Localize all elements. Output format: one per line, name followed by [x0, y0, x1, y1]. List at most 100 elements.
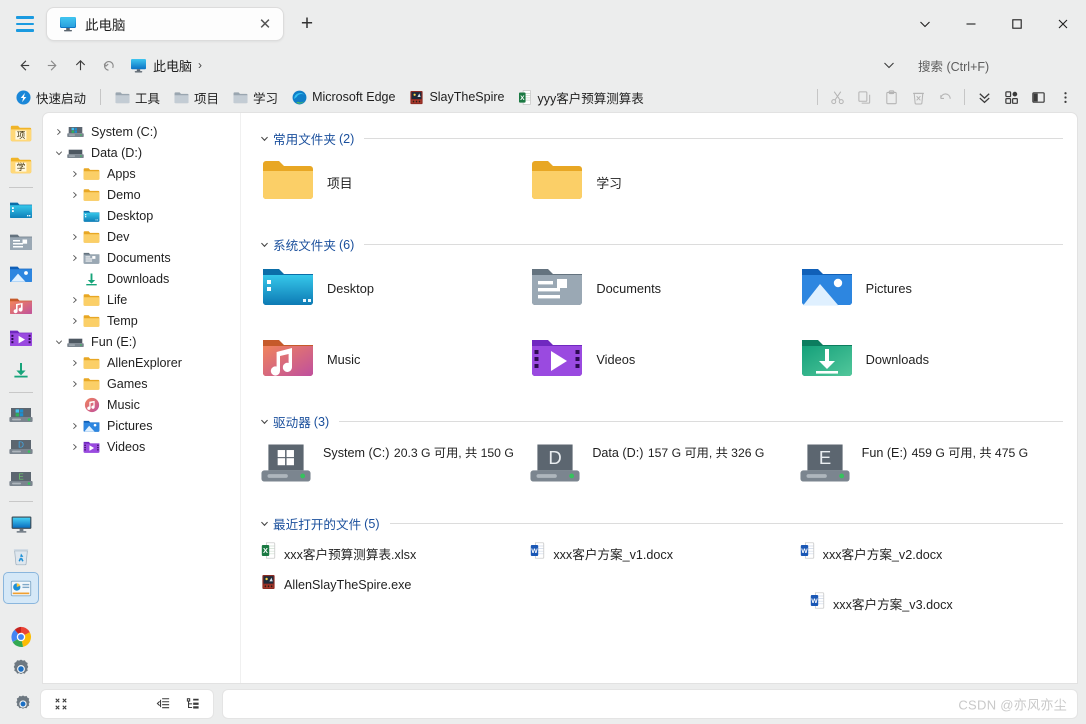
section-header-recent[interactable]: 最近打开的文件 (5) — [255, 514, 1063, 533]
drive-item-c[interactable]: System (C:) 20.3 G 可用, 共 150 G — [255, 435, 524, 496]
tree-node-allenexplorer[interactable]: AllenExplorer — [47, 352, 240, 373]
tree-node-demo[interactable]: Demo — [47, 184, 240, 205]
bookmark-item-excel[interactable]: X yyy客户预算测算表 — [512, 85, 649, 110]
layout-grid-icon[interactable] — [998, 84, 1024, 110]
copy-icon[interactable] — [851, 84, 877, 110]
file-item-docx-v2[interactable]: W xxx客户方案_v2.docx — [794, 537, 1063, 569]
folder-item-xuexi[interactable]: 学习 — [524, 152, 793, 213]
chevron-down-icon[interactable] — [51, 145, 67, 161]
settings-gear-icon[interactable] — [6, 689, 40, 719]
up-button[interactable] — [66, 51, 94, 79]
tree-view-icon[interactable] — [179, 692, 207, 716]
chevron-down-icon[interactable] — [51, 334, 67, 350]
drive-item-d[interactable]: D Data (D:) 157 G 可用, 共 326 G — [524, 435, 793, 496]
rail-downloads[interactable] — [4, 355, 38, 385]
indent-icon[interactable] — [149, 692, 177, 716]
section-header-system[interactable]: 系统文件夹 (6) — [255, 235, 1063, 254]
bookmark-item-edge[interactable]: Microsoft Edge — [286, 87, 401, 108]
paste-icon[interactable] — [878, 84, 904, 110]
tree-node-desktop[interactable]: Desktop — [47, 205, 240, 226]
chevron-right-icon[interactable] — [51, 124, 67, 140]
tree-node-data-d[interactable]: Data (D:) — [47, 142, 240, 163]
delete-icon[interactable] — [905, 84, 931, 110]
section-header-drives[interactable]: 驱动器 (3) — [255, 412, 1063, 431]
tree-node-system-c[interactable]: System (C:) — [47, 121, 240, 142]
tab-close-icon[interactable]: ✕ — [255, 14, 275, 34]
refresh-button[interactable] — [94, 51, 122, 79]
folder-item-documents[interactable]: Documents — [524, 258, 793, 319]
tree-node-dev[interactable]: Dev — [47, 226, 240, 247]
rail-music[interactable] — [4, 291, 38, 321]
search-input[interactable]: 搜索 (Ctrl+F) — [908, 52, 1076, 78]
rail-documents[interactable] — [4, 227, 38, 257]
chevron-right-icon[interactable] — [67, 250, 83, 266]
rail-chrome[interactable] — [4, 622, 38, 652]
file-item-docx-v3-right[interactable]: W xxx客户方案_v3.docx — [810, 592, 953, 614]
panel-toggle-icon[interactable] — [1025, 84, 1051, 110]
chevron-right-icon[interactable] — [67, 187, 83, 203]
rail-desktop[interactable] — [4, 195, 38, 225]
maximize-button[interactable] — [994, 0, 1040, 48]
tree-node-fun-e[interactable]: Fun (E:) — [47, 331, 240, 352]
tree-node-documents[interactable]: Documents — [47, 247, 240, 268]
drive-item-e[interactable]: E Fun (E:) 459 G 可用, 共 475 G — [794, 435, 1063, 496]
tree-node-apps[interactable]: Apps — [47, 163, 240, 184]
tree-node-temp[interactable]: Temp — [47, 310, 240, 331]
back-button[interactable] — [10, 51, 38, 79]
folder-item-pictures[interactable]: Pictures — [794, 258, 1063, 319]
chevron-down-icon[interactable] — [255, 240, 273, 249]
folder-item-desktop[interactable]: Desktop — [255, 258, 524, 319]
chevron-right-icon[interactable] — [67, 355, 83, 371]
bookmark-item-0[interactable]: 工具 — [109, 85, 166, 110]
chevron-right-icon[interactable] — [67, 166, 83, 182]
folder-item-xiangmu[interactable]: 项目 — [255, 152, 524, 213]
bookmark-quick-launch[interactable]: 快速启动 — [10, 85, 92, 110]
hamburger-menu-icon[interactable] — [10, 9, 40, 39]
minimize-button[interactable] — [948, 0, 994, 48]
undo-icon[interactable] — [932, 84, 958, 110]
collapse-icon[interactable] — [47, 692, 75, 716]
cut-icon[interactable] — [824, 84, 850, 110]
chevron-down-icon[interactable] — [255, 134, 273, 143]
section-header-frequent[interactable]: 常用文件夹 (2) — [255, 129, 1063, 148]
rail-drive-d[interactable]: D — [4, 432, 38, 462]
breadcrumb[interactable]: 此电脑 › — [130, 56, 208, 75]
rail-folder-xiang[interactable]: 项 — [4, 118, 38, 148]
file-item-docx-v1[interactable]: W xxx客户方案_v1.docx — [524, 537, 793, 569]
rail-folder-xue[interactable]: 学 — [4, 150, 38, 180]
forward-button[interactable] — [38, 51, 66, 79]
rail-recycle-bin[interactable] — [4, 541, 38, 571]
chevron-down-icon[interactable] — [255, 417, 273, 426]
tab-this-pc[interactable]: 此电脑 ✕ — [46, 7, 284, 41]
bookmark-item-1[interactable]: 项目 — [168, 85, 225, 110]
chevron-right-icon[interactable] — [67, 439, 83, 455]
chevron-right-icon[interactable] — [67, 292, 83, 308]
breadcrumb-separator[interactable]: › — [198, 58, 202, 72]
chevron-right-icon[interactable] — [67, 313, 83, 329]
rail-drive-c[interactable] — [4, 400, 38, 430]
file-item-docx-v3[interactable]: AllenSlayTheSpire.exe — [255, 569, 524, 600]
rail-drive-e[interactable]: E — [4, 464, 38, 494]
folder-item-music[interactable]: Music — [255, 329, 524, 390]
folder-item-videos[interactable]: Videos — [524, 329, 793, 390]
tree-node-downloads[interactable]: Downloads — [47, 268, 240, 289]
tree-node-games[interactable]: Games — [47, 373, 240, 394]
bookmark-item-slaythespire[interactable]: SlayTheSpire — [403, 87, 510, 108]
file-item-xlsx[interactable]: X xxx客户预算测算表.xlsx — [255, 537, 524, 569]
chevron-right-icon[interactable] — [67, 418, 83, 434]
tree-node-pictures[interactable]: Pictures — [47, 415, 240, 436]
window-chevron-down-icon[interactable] — [902, 0, 948, 48]
new-tab-button[interactable]: + — [292, 9, 322, 39]
chevron-double-down-icon[interactable] — [971, 84, 997, 110]
close-button[interactable] — [1040, 0, 1086, 48]
rail-pictures[interactable] — [4, 259, 38, 289]
bookmark-item-2[interactable]: 学习 — [227, 85, 284, 110]
chevron-right-icon[interactable] — [67, 376, 83, 392]
chevron-right-icon[interactable] — [67, 229, 83, 245]
rail-this-pc[interactable] — [4, 509, 38, 539]
tree-node-music[interactable]: Music — [47, 394, 240, 415]
folder-item-downloads[interactable]: Downloads — [794, 329, 1063, 390]
more-options-icon[interactable] — [1052, 84, 1078, 110]
chevron-down-icon[interactable] — [255, 519, 273, 528]
tree-node-life[interactable]: Life — [47, 289, 240, 310]
